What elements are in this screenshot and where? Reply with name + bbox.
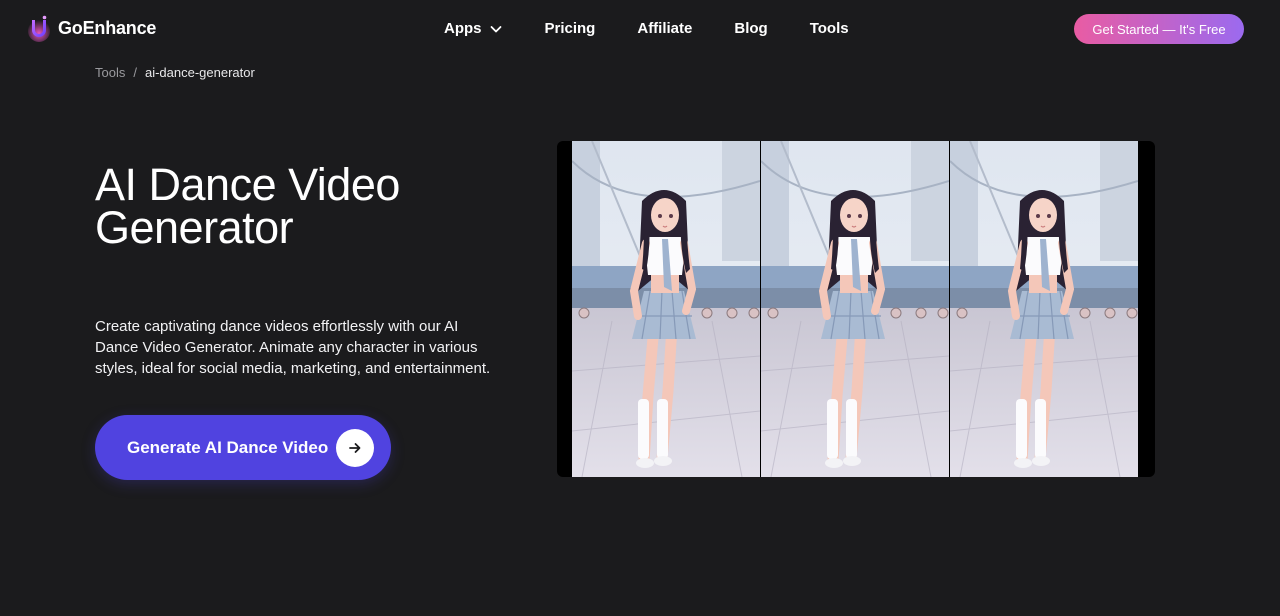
nav-item-label: Apps <box>444 20 482 37</box>
nav-item-affiliate[interactable]: Affiliate <box>637 20 692 37</box>
nav-item-tools[interactable]: Tools <box>810 20 849 37</box>
breadcrumb-separator: / <box>133 65 137 80</box>
chevron-down-icon <box>490 25 501 32</box>
dance-frame-2 <box>761 141 949 477</box>
nav-item-blog[interactable]: Blog <box>734 20 767 37</box>
get-started-button[interactable]: Get Started — It's Free <box>1074 14 1244 44</box>
arrow-right-icon <box>336 429 374 467</box>
dance-frame-1 <box>572 141 760 477</box>
nav-item-apps[interactable]: Apps <box>444 20 503 37</box>
goenhance-logo-icon <box>28 15 50 42</box>
hero-description: Create captivating dance videos effortle… <box>95 318 491 377</box>
brand-logo[interactable]: GoEnhance <box>26 14 156 42</box>
nav-item-label: Pricing <box>544 20 596 37</box>
dance-preview-image <box>557 141 1155 477</box>
generate-button-label: Generate AI Dance Video <box>127 437 329 457</box>
breadcrumb: Tools / ai-dance-generator <box>95 65 255 80</box>
nav-item-label: Tools <box>809 20 849 37</box>
dance-frame-3 <box>950 141 1138 477</box>
site-header: GoEnhance Apps Pricing Affiliate Blog To… <box>0 0 1280 60</box>
nav-item-label: Blog <box>734 20 768 37</box>
breadcrumb-link-tools[interactable]: Tools <box>95 65 125 80</box>
nav-item-pricing[interactable]: Pricing <box>545 20 596 37</box>
breadcrumb-current: ai-dance-generator <box>144 65 255 80</box>
brand-name: GoEnhance <box>58 17 157 38</box>
nav-item-label: Affiliate <box>637 20 693 37</box>
page-title: AI Dance Video Generator <box>95 159 400 253</box>
generate-dance-video-button[interactable]: Generate AI Dance Video <box>95 415 391 480</box>
main-nav: Apps Pricing Affiliate Blog Tools <box>444 20 849 37</box>
